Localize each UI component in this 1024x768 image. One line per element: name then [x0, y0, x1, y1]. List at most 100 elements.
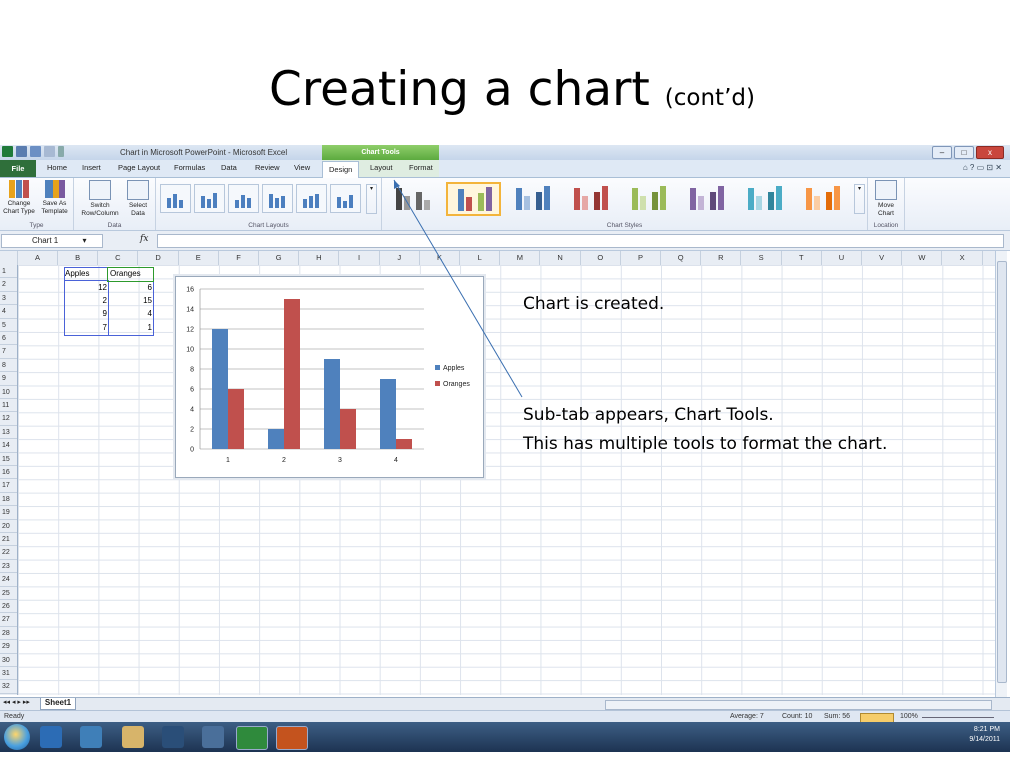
close-button[interactable]: x	[976, 146, 1004, 159]
column-header-m[interactable]: M	[500, 251, 541, 265]
horizontal-scrollbar[interactable]	[605, 700, 992, 710]
row-header-4[interactable]: 4	[0, 305, 17, 319]
tab-formulas[interactable]: Formulas	[174, 163, 205, 172]
tab-layout[interactable]: Layout	[370, 163, 393, 172]
chart-style-1[interactable]	[386, 183, 438, 213]
column-header-n[interactable]: N	[541, 251, 581, 265]
row-header-29[interactable]: 29	[0, 640, 17, 654]
column-header-o[interactable]: O	[581, 251, 621, 265]
row-header-20[interactable]: 20	[0, 520, 17, 533]
row-header-31[interactable]: 31	[0, 667, 17, 681]
row-header-32[interactable]: 32	[0, 680, 17, 694]
tab-review[interactable]: Review	[255, 163, 280, 172]
chart-style-2[interactable]	[446, 182, 501, 216]
column-header-d[interactable]: D	[139, 251, 179, 265]
select-all-corner[interactable]	[0, 251, 18, 265]
name-box-dropdown-icon[interactable]: ▾	[82, 236, 86, 245]
vertical-scroll-thumb[interactable]	[997, 261, 1007, 683]
tab-view[interactable]: View	[294, 163, 310, 172]
chart-style-5[interactable]	[622, 183, 674, 213]
row-header-27[interactable]: 27	[0, 613, 17, 627]
tab-format[interactable]: Format	[409, 163, 433, 172]
column-header-b[interactable]: B	[58, 251, 99, 265]
row-header-7[interactable]: 7	[0, 345, 17, 359]
sheet-nav-icon[interactable]: ◂◂ ◂ ▸ ▸▸	[3, 698, 30, 706]
row-header-19[interactable]: 19	[0, 506, 17, 520]
row-header-8[interactable]: 8	[0, 359, 17, 373]
row-header-9[interactable]: 9	[0, 372, 17, 386]
column-header-c[interactable]: C	[98, 251, 139, 265]
customize-qat-icon[interactable]	[58, 146, 64, 157]
row-header-6[interactable]: 6	[0, 332, 17, 346]
chart-styles-more-button[interactable]: ▾	[854, 184, 865, 214]
column-header-s[interactable]: S	[742, 251, 782, 265]
redo-icon[interactable]	[44, 146, 55, 157]
row-header-22[interactable]: 22	[0, 546, 17, 560]
switch-row-column-button[interactable]: Switch Row/Column	[78, 180, 122, 218]
row-header-10[interactable]: 10	[0, 386, 17, 399]
column-header-a[interactable]: A	[18, 251, 58, 265]
network-app-icon[interactable]	[202, 726, 224, 748]
select-data-button[interactable]: Select Data	[124, 180, 152, 218]
maximize-button[interactable]: □	[954, 146, 974, 159]
formula-input[interactable]	[157, 234, 1004, 248]
column-header-p[interactable]: P	[621, 251, 661, 265]
row-header-13[interactable]: 13	[0, 426, 17, 440]
sheet-tab-sheet1[interactable]: Sheet1	[40, 698, 76, 710]
column-header-e[interactable]: E	[179, 251, 219, 265]
row-header-17[interactable]: 17	[0, 479, 17, 493]
chart-layout-1[interactable]	[160, 184, 191, 213]
vertical-scrollbar[interactable]	[995, 251, 1007, 699]
tab-page-layout[interactable]: Page Layout	[118, 163, 160, 172]
row-header-16[interactable]: 16	[0, 466, 17, 480]
column-header-u[interactable]: U	[822, 251, 862, 265]
row-header-3[interactable]: 3	[0, 292, 17, 306]
excel-taskbar-icon[interactable]	[236, 726, 268, 750]
chart-layout-3[interactable]	[228, 184, 259, 213]
save-icon[interactable]	[16, 146, 27, 157]
column-header-l[interactable]: L	[460, 251, 501, 265]
column-header-i[interactable]: I	[340, 251, 380, 265]
cell-grid[interactable]	[18, 265, 995, 695]
media-player-icon[interactable]	[80, 726, 102, 748]
row-header-23[interactable]: 23	[0, 560, 17, 574]
chart-style-8[interactable]	[796, 183, 848, 213]
help-icon[interactable]: ⌂ ? ▭ ⊡ ✕	[963, 163, 1002, 172]
row-header-24[interactable]: 24	[0, 573, 17, 587]
column-header-f[interactable]: F	[219, 251, 259, 265]
column-header-r[interactable]: R	[701, 251, 742, 265]
chart-object[interactable]: 0 2 4 6 8 10 12 14 16 1 2 3 4 Apples Oranges	[175, 276, 484, 478]
zoom-slider[interactable]	[922, 717, 994, 718]
column-header-k[interactable]: K	[420, 251, 460, 265]
chart-style-7[interactable]	[738, 183, 790, 213]
tab-design[interactable]: Design	[322, 161, 360, 178]
hp-app-icon[interactable]	[162, 726, 184, 748]
change-chart-type-button[interactable]: Change Chart Type	[2, 180, 36, 216]
column-header-x[interactable]: X	[943, 251, 983, 265]
row-header-28[interactable]: 28	[0, 627, 17, 641]
column-header-t[interactable]: T	[782, 251, 822, 265]
powerpoint-taskbar-icon[interactable]	[276, 726, 308, 750]
row-header-15[interactable]: 15	[0, 453, 17, 466]
row-header-12[interactable]: 12	[0, 412, 17, 426]
row-header-26[interactable]: 26	[0, 600, 17, 614]
column-header-q[interactable]: Q	[661, 251, 702, 265]
chart-layout-5[interactable]	[296, 184, 327, 213]
column-header-v[interactable]: V	[862, 251, 903, 265]
minimize-button[interactable]: –	[932, 146, 952, 159]
internet-explorer-icon[interactable]	[40, 726, 62, 748]
row-header-30[interactable]: 30	[0, 654, 17, 667]
chart-layout-6[interactable]	[330, 184, 361, 213]
chart-layout-2[interactable]	[194, 184, 225, 213]
chart-style-4[interactable]	[564, 183, 616, 213]
row-header-2[interactable]: 2	[0, 278, 17, 292]
file-explorer-icon[interactable]	[122, 726, 144, 748]
start-button[interactable]	[4, 724, 30, 750]
save-as-template-button[interactable]: Save As Template	[38, 180, 71, 216]
column-header-h[interactable]: H	[299, 251, 340, 265]
tab-file[interactable]: File	[0, 160, 36, 177]
fx-icon[interactable]: fx	[140, 234, 148, 244]
column-header-g[interactable]: G	[259, 251, 300, 265]
column-header-w[interactable]: W	[902, 251, 943, 265]
column-header-j[interactable]: J	[380, 251, 420, 265]
